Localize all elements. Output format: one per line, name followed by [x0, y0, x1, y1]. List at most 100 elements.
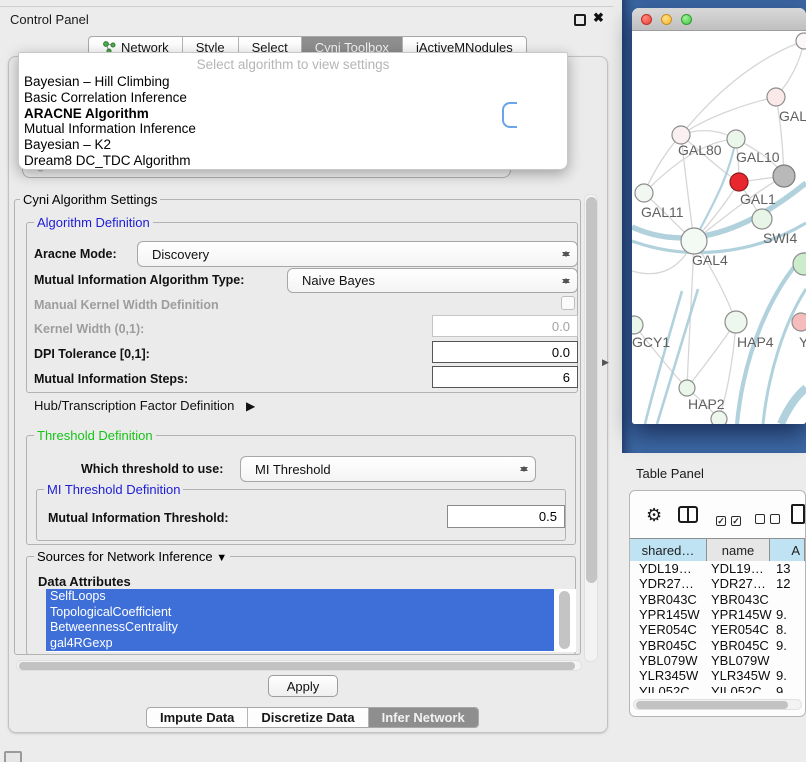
hub-definition-expander[interactable]: Hub/Transcription Factor Definition ▶: [34, 398, 255, 413]
table-row[interactable]: YPR145WYPR145W9.: [630, 607, 805, 622]
dpi-tolerance-label: DPI Tolerance [0,1]:: [34, 347, 150, 361]
mi-type-select[interactable]: Naive Bayes: [287, 268, 578, 293]
table-cell: YBR045C: [711, 638, 769, 653]
node-label: GCY1: [632, 334, 670, 350]
algorithm-dropdown-popup: Select algorithm to view settings Bayesi…: [18, 52, 568, 170]
network-edge: [681, 97, 776, 135]
table-cell: YER054C: [711, 622, 769, 637]
column-header-shared[interactable]: shared…: [630, 539, 707, 561]
table-row[interactable]: YIL052CYIL052C9: [630, 684, 805, 693]
table-hscrollbar-thumb[interactable]: [636, 701, 788, 709]
network-node[interactable]: [796, 33, 806, 49]
attribute-item[interactable]: BetweennessCentrality: [46, 620, 554, 636]
algorithm-option[interactable]: ARACNE Algorithm: [19, 106, 567, 122]
settings-vscrollbar[interactable]: [584, 194, 598, 662]
network-canvas[interactable]: GAL80GAL10GALGAL1GAL11SWI4GAL4GCY1HAP4YH…: [632, 31, 806, 424]
float-panel-icon[interactable]: [574, 14, 586, 26]
table-cell: 13: [776, 561, 790, 576]
settings-hscrollbar[interactable]: [16, 660, 582, 671]
network-node[interactable]: [793, 253, 806, 275]
sources-title: Sources for Network Inference: [37, 549, 213, 564]
manual-kernel-checkbox[interactable]: [561, 296, 575, 310]
aracne-mode-label: Aracne Mode:: [34, 247, 117, 261]
document-icon[interactable]: [791, 504, 805, 524]
gear-icon[interactable]: ⚙: [646, 505, 662, 526]
network-node-gcy1[interactable]: [632, 316, 643, 334]
network-node-gal1[interactable]: [730, 173, 748, 191]
attribute-item[interactable]: TopologicalCoefficient: [46, 605, 554, 621]
table-cell: YBR043C: [639, 592, 697, 607]
table-row[interactable]: YBR045CYBR045C9.: [630, 638, 805, 653]
which-threshold-value: MI Threshold: [255, 462, 331, 477]
control-panel-title: Control Panel: [10, 12, 89, 27]
mi-threshold-field[interactable]: 0.5: [447, 505, 565, 528]
network-node-gal4[interactable]: [681, 228, 707, 254]
dpi-tolerance-field[interactable]: 0.0: [432, 341, 578, 363]
data-attributes-list[interactable]: SelfLoopsTopologicalCoefficientBetweenne…: [46, 589, 576, 652]
network-graph[interactable]: GAL80GAL10GALGAL1GAL11SWI4GAL4GCY1HAP4YH…: [632, 31, 806, 424]
network-view-window[interactable]: GAL80GAL10GALGAL1GAL11SWI4GAL4GCY1HAP4YH…: [632, 8, 806, 424]
network-edge: [644, 135, 681, 193]
close-icon[interactable]: ✖: [593, 10, 604, 26]
table-cell: YBL079W: [639, 653, 698, 668]
mi-type-value: Naive Bayes: [302, 273, 375, 288]
aracne-mode-select[interactable]: Discovery: [137, 241, 578, 267]
close-traffic-light-icon[interactable]: [641, 14, 652, 25]
checked-boxes-icon[interactable]: ✓✓: [716, 511, 741, 529]
algorithm-option[interactable]: Mutual Information Inference: [19, 121, 567, 137]
table-cell: YBR045C: [639, 638, 697, 653]
network-node-gal[interactable]: [767, 88, 785, 106]
table-cell: YBR043C: [711, 592, 769, 607]
algorithm-option[interactable]: Bayesian – K2: [19, 137, 567, 153]
network-node-hap2[interactable]: [679, 380, 695, 396]
network-node[interactable]: [711, 411, 727, 424]
table-row[interactable]: YLR345WYLR345W9.: [630, 668, 805, 683]
zoom-traffic-light-icon[interactable]: [681, 14, 692, 25]
hub-definition-label: Hub/Transcription Factor Definition: [34, 398, 234, 413]
list-scrollbar-thumb[interactable]: [559, 591, 570, 649]
network-node-gal11[interactable]: [635, 184, 653, 202]
settings-vscrollbar-thumb[interactable]: [586, 197, 597, 583]
attribute-item[interactable]: gal4RGexp: [46, 636, 554, 652]
algorithm-option[interactable]: Bayesian – Hill Climbing: [19, 74, 567, 90]
docked-panel-icon[interactable]: [4, 751, 22, 762]
settings-hscrollbar-thumb[interactable]: [19, 662, 575, 670]
table-hscrollbar[interactable]: [633, 699, 802, 710]
table-cell: YDR27…: [711, 576, 766, 591]
algorithm-option[interactable]: Dream8 DC_TDC Algorithm: [19, 153, 567, 169]
column-header-A[interactable]: A: [770, 539, 805, 561]
kernel-width-field[interactable]: 0.0: [432, 315, 578, 337]
mi-steps-field[interactable]: 6: [432, 366, 578, 388]
attribute-item[interactable]: SelfLoops: [46, 589, 554, 605]
table-row[interactable]: YDL19…YDL19…13: [630, 561, 805, 576]
table-row[interactable]: YBL079WYBL079W: [630, 653, 805, 668]
splitter-arrow-icon[interactable]: ▶: [602, 357, 609, 368]
minimize-traffic-light-icon[interactable]: [661, 14, 672, 25]
sources-title-row[interactable]: Sources for Network Inference ▼: [34, 549, 230, 564]
table-cell: 8.: [776, 622, 787, 637]
tab-infer-network[interactable]: Infer Network: [369, 708, 478, 727]
network-node[interactable]: [773, 165, 795, 187]
focused-combo-fragment: [502, 102, 517, 128]
algorithm-option[interactable]: Basic Correlation Inference: [19, 90, 567, 106]
network-window-titlebar[interactable]: [632, 8, 806, 31]
table-row[interactable]: YDR27…YDR27…12: [630, 576, 805, 591]
network-node-swi4[interactable]: [752, 209, 772, 229]
network-node-y[interactable]: [792, 313, 806, 331]
column-header-name[interactable]: name: [707, 539, 770, 561]
tab-discretize-data[interactable]: Discretize Data: [248, 708, 368, 727]
unchecked-boxes-icon[interactable]: [755, 511, 780, 529]
table-row[interactable]: YBR043C YBR043C: [630, 592, 805, 607]
which-threshold-select[interactable]: MI Threshold: [240, 456, 536, 482]
tab-impute-data[interactable]: Impute Data: [147, 708, 248, 727]
columns-icon[interactable]: [678, 506, 698, 523]
network-node-hap4[interactable]: [725, 311, 747, 333]
node-label: GAL11: [641, 204, 684, 220]
table-row[interactable]: YER054CYER054C8.: [630, 622, 805, 637]
network-node-gal10[interactable]: [727, 130, 745, 148]
apply-button[interactable]: Apply: [268, 675, 338, 697]
aracne-mode-value: Discovery: [152, 247, 209, 262]
node-label: HAP2: [688, 396, 725, 412]
threshold-definition-title: Threshold Definition: [34, 428, 156, 443]
stepper-arrows-icon: [519, 462, 528, 476]
